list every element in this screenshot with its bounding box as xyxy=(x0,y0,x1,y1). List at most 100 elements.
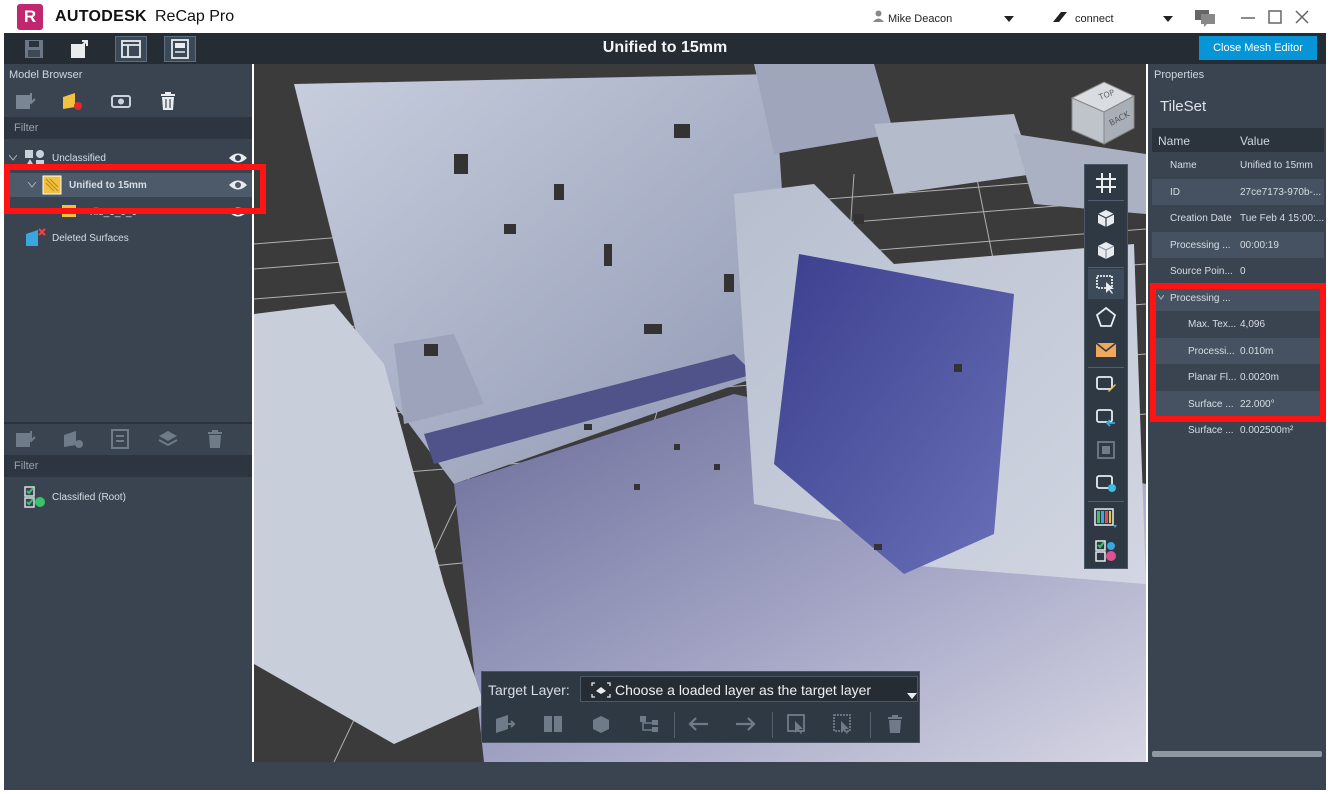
assign-icon xyxy=(496,715,516,733)
classify-button[interactable] xyxy=(107,427,133,451)
invert-selection-button[interactable] xyxy=(828,710,858,738)
table-row: Processing ... 00:00:19 xyxy=(1152,231,1324,258)
grid-toggle-button[interactable] xyxy=(1088,168,1124,198)
mesh-scene[interactable] xyxy=(254,64,1146,762)
delete-selection-button[interactable] xyxy=(880,710,910,738)
undo-button[interactable] xyxy=(684,710,714,738)
tree-item-classified-root[interactable]: Classified (Root) xyxy=(4,485,252,509)
isolate-button[interactable] xyxy=(1088,435,1124,465)
merge-classes-button[interactable] xyxy=(155,427,181,451)
user-menu-chevron-down-icon[interactable] xyxy=(1004,16,1014,22)
3d-viewport[interactable]: TOP BACK Target Layer: Choose a loaded l… xyxy=(254,64,1146,762)
user-menu[interactable]: Mike Deacon xyxy=(888,13,952,25)
tile-icon xyxy=(62,205,76,217)
select-all-button[interactable] xyxy=(782,710,812,738)
save-button[interactable] xyxy=(18,36,50,62)
app-brand: AUTODESK xyxy=(55,8,147,25)
polygon-icon xyxy=(1095,306,1117,327)
column-name: Name xyxy=(1158,134,1191,148)
close-icon[interactable] xyxy=(1294,9,1310,25)
color-bars-icon xyxy=(1094,508,1117,528)
table-row: ID 27ce7173-970b-... xyxy=(1152,178,1324,205)
import-classification-button[interactable] xyxy=(12,427,38,451)
cube-icon xyxy=(593,716,609,733)
hierarchy-icon xyxy=(640,716,658,732)
properties-table: Name Value Name Unified to 15mm ID 27ce717… xyxy=(1152,128,1324,444)
classification-view-button[interactable] xyxy=(1088,536,1124,566)
minimize-icon[interactable] xyxy=(1240,9,1256,25)
eye-icon[interactable] xyxy=(228,179,248,191)
view-options-button[interactable] xyxy=(164,36,196,62)
layer-settings-button[interactable] xyxy=(108,89,134,113)
edit-surface-button[interactable] xyxy=(1088,369,1124,399)
export-icon xyxy=(71,40,88,58)
layers-icon xyxy=(158,431,178,447)
trash-icon xyxy=(161,92,175,110)
table-row: Surface ... 22.000° xyxy=(1152,390,1324,417)
add-layer-icon xyxy=(63,93,82,110)
model-filter-input[interactable]: Filter xyxy=(4,117,252,139)
fill-holes-button[interactable] xyxy=(1088,335,1124,365)
polygon-select-button[interactable] xyxy=(1088,302,1124,332)
assign-layer-button[interactable] xyxy=(490,710,520,738)
section-box-button[interactable] xyxy=(1088,202,1124,232)
split-layer-button[interactable] xyxy=(538,710,568,738)
eye-icon[interactable] xyxy=(228,206,248,218)
target-layer-label: Target Layer: xyxy=(488,682,570,698)
color-mode-button[interactable] xyxy=(1088,503,1124,533)
panel-layout-button[interactable] xyxy=(115,36,147,62)
tree-item-unified-to-15mm[interactable]: Unified to 15mm xyxy=(4,173,252,197)
import-layer-button[interactable] xyxy=(12,89,38,113)
connect-menu[interactable]: connect xyxy=(1075,13,1114,25)
delete-layer-button[interactable] xyxy=(155,89,181,113)
classify-icon xyxy=(111,429,129,449)
tree-item-unclassified[interactable]: Unclassified xyxy=(4,146,252,170)
export-button[interactable] xyxy=(64,36,96,62)
trash-icon xyxy=(208,430,222,448)
classification-filter-input[interactable]: Filter xyxy=(4,455,252,477)
tree-item-label: Unclassified xyxy=(52,153,106,164)
table-row: Creation Date Tue Feb 4 15:00:... xyxy=(1170,213,1324,224)
table-row: Planar Fl... 0.0020m xyxy=(1188,372,1279,383)
chevron-down-icon[interactable] xyxy=(1158,294,1164,300)
tree-item-label: Tile_0_0_0 xyxy=(88,207,138,218)
maximize-icon[interactable] xyxy=(1267,9,1283,25)
edit-surface-icon xyxy=(1096,376,1116,392)
import-layer-icon xyxy=(16,93,36,109)
layer-settings-icon xyxy=(111,95,131,108)
delete-class-button[interactable] xyxy=(202,427,228,451)
classification-toolbar xyxy=(4,424,252,454)
table-row-group-processing[interactable]: Processing ... xyxy=(1152,284,1324,311)
add-class-button[interactable] xyxy=(60,427,86,451)
hierarchy-button[interactable] xyxy=(634,710,664,738)
fill-holes-icon xyxy=(1095,342,1117,357)
chevron-down-icon[interactable] xyxy=(9,155,17,161)
add-layer-button[interactable] xyxy=(59,89,85,113)
mesh-tools-toolbar xyxy=(1084,164,1128,569)
tileset-icon xyxy=(42,175,62,195)
tree-item-tile[interactable]: Tile_0_0_0 xyxy=(4,200,252,224)
surface-info-button[interactable] xyxy=(1088,468,1124,498)
close-mesh-editor-button[interactable]: Close Mesh Editor xyxy=(1199,36,1317,60)
chat-icon[interactable] xyxy=(1194,9,1216,27)
column-value: Value xyxy=(1240,134,1270,148)
status-bar xyxy=(4,762,1326,790)
chevron-down-icon[interactable] xyxy=(28,182,36,188)
target-layer-select[interactable]: Choose a loaded layer as the target laye… xyxy=(580,676,918,702)
extract-layer-button[interactable] xyxy=(586,710,616,738)
eye-icon[interactable] xyxy=(228,152,248,164)
undo-icon xyxy=(688,717,708,731)
properties-scrollbar[interactable] xyxy=(1152,751,1322,757)
select-tool-button[interactable] xyxy=(1088,269,1124,299)
move-surface-button[interactable] xyxy=(1088,402,1124,432)
chevron-down-icon[interactable] xyxy=(907,693,917,699)
surface-info-icon xyxy=(1096,475,1116,492)
target-layer-panel: Target Layer: Choose a loaded layer as t… xyxy=(481,671,920,743)
connect-icon xyxy=(1053,12,1067,22)
viewcube[interactable]: TOP BACK xyxy=(1064,74,1140,150)
connect-chevron-down-icon[interactable] xyxy=(1163,16,1173,22)
tree-item-deleted-surfaces[interactable]: Deleted Surfaces xyxy=(4,226,252,250)
solid-view-button[interactable] xyxy=(1088,235,1124,265)
target-layer-placeholder: Choose a loaded layer as the target laye… xyxy=(615,682,872,698)
redo-button[interactable] xyxy=(730,710,760,738)
